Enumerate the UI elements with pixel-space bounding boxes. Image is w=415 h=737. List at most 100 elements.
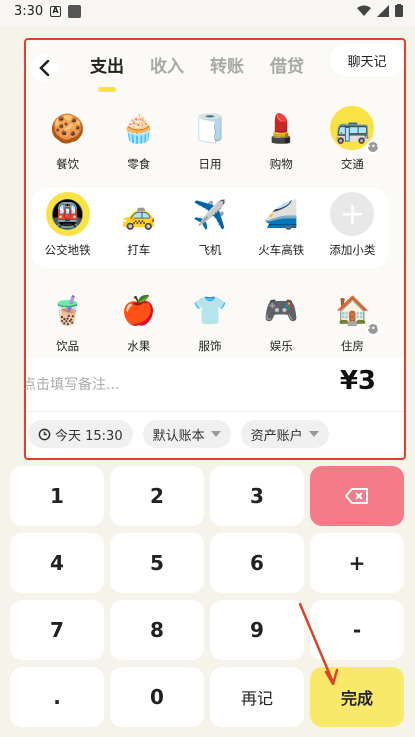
backspace-icon (345, 488, 368, 504)
apple-icon: 🍎 (121, 293, 157, 327)
metro-icon: 🚇 (45, 192, 90, 236)
category-label: 交通 (340, 157, 364, 171)
lipstick-icon: 💄 (263, 111, 299, 145)
key-4[interactable]: 4 (10, 533, 104, 593)
category-label: 打车 (127, 243, 151, 257)
status-bar: 3:30 A (0, 0, 415, 26)
house-icon: 🏠 ••• (330, 288, 380, 336)
key-8[interactable]: 8 (110, 600, 204, 660)
category-snacks[interactable]: 🧁 零食 (103, 102, 174, 180)
category-dining[interactable]: 🍪 餐饮 (32, 102, 103, 180)
backspace-button[interactable] (310, 466, 404, 526)
account-label: 资产账户 (250, 428, 303, 444)
category-shopping[interactable]: 💄 购物 (246, 102, 317, 180)
category-label: 添加小类 (329, 243, 376, 257)
house-glyph: 🏠 (334, 293, 370, 327)
airplane-icon: ✈️ (192, 197, 228, 231)
category-label: 餐饮 (56, 157, 80, 171)
tab-transfer[interactable]: 转账 (210, 44, 244, 84)
book-chip[interactable]: 默认账本 (142, 420, 231, 448)
more-dots-icon: ••• (366, 140, 380, 154)
category-label: 水果 (127, 339, 151, 353)
tab-income[interactable]: 收入 (150, 44, 184, 84)
key-5[interactable]: 5 (110, 533, 204, 593)
notification-a-icon: A (50, 6, 61, 17)
caret-down-icon (308, 431, 319, 437)
note-bar: 点击填写备注... ¥3 (24, 358, 406, 412)
record-again-button[interactable]: 再记 (210, 667, 304, 727)
category-label: 住房 (340, 339, 364, 353)
notification-square-icon (68, 5, 81, 18)
caret-down-icon (210, 431, 221, 437)
subcategory-row: 🚇 公交地铁 🚕 打车 ✈️ 飞机 🚄 火车高铁 + 添加小类 (32, 188, 388, 268)
category-entertainment[interactable]: 🎮 娱乐 (246, 284, 317, 356)
key-9[interactable]: 9 (210, 600, 304, 660)
bus-icon: 🚌 ••• (330, 106, 380, 154)
key-3[interactable]: 3 (210, 466, 304, 526)
category-drinks[interactable]: 🧋 饮品 (32, 284, 103, 356)
category-clothing[interactable]: 👕 服饰 (174, 284, 245, 356)
account-chip[interactable]: 资产账户 (240, 420, 329, 448)
shirt-icon: 👕 (192, 293, 228, 327)
tab-loan[interactable]: 借贷 (270, 44, 304, 84)
meta-chips: 今天 15:30 默认账本 资产账户 (24, 412, 406, 458)
category-label: 购物 (269, 157, 293, 171)
wifi-icon (357, 5, 371, 16)
status-right (357, 4, 403, 17)
book-label: 默认账本 (152, 428, 205, 444)
key-1[interactable]: 1 (10, 466, 104, 526)
taxi-icon: 🚕 (121, 197, 157, 231)
category-label: 服饰 (198, 339, 222, 353)
key-2[interactable]: 2 (110, 466, 204, 526)
key-0[interactable]: 0 (110, 667, 204, 727)
subcategory-taxi[interactable]: 🚕 打车 (103, 188, 174, 268)
bullet-train-icon: 🚄 (263, 197, 299, 231)
amount-display: ¥3 (339, 366, 376, 396)
key-6[interactable]: 6 (210, 533, 304, 593)
category-housing[interactable]: 🏠 ••• 住房 (317, 284, 388, 356)
key-7[interactable]: 7 (10, 600, 104, 660)
category-transport[interactable]: 🚌 ••• 交通 (317, 102, 388, 180)
category-label: 火车高铁 (258, 243, 305, 257)
category-daily[interactable]: 🧻 日用 (174, 102, 245, 180)
add-subcategory-button[interactable]: + 添加小类 (317, 188, 388, 268)
signal-icon (377, 4, 389, 17)
note-input[interactable]: 点击填写备注... (24, 374, 119, 394)
category-label: 零食 (127, 157, 151, 171)
keypad: 1 2 3 4 5 6 + 7 8 9 - . 0 再记 完成 (10, 466, 406, 730)
category-label: 娱乐 (269, 339, 293, 353)
date-label: 今天 15:30 (55, 428, 123, 444)
category-label: 公交地铁 (44, 243, 91, 257)
type-tabs: 支出 收入 转账 借贷 (90, 44, 304, 92)
subcategory-train[interactable]: 🚄 火车高铁 (246, 188, 317, 268)
bus-glyph: 🚌 (334, 111, 370, 145)
category-row-1: 🍪 餐饮 🧁 零食 🧻 日用 💄 购物 🚌 ••• 交通 (32, 102, 388, 180)
cupcake-icon: 🧁 (121, 111, 157, 145)
clock-icon (38, 428, 51, 440)
bubble-tea-icon: 🧋 (50, 293, 86, 327)
status-time: 3:30 (14, 4, 44, 19)
category-panel: 支出 收入 转账 借贷 聊天记 🍪 餐饮 🧁 零食 🧻 日用 💄 购物 🚌 ••… (24, 40, 406, 458)
category-label: 饮品 (56, 339, 80, 353)
category-label: 日用 (198, 157, 222, 171)
subcategory-metro[interactable]: 🚇 公交地铁 (32, 188, 103, 268)
back-button[interactable] (30, 54, 58, 82)
tab-expense[interactable]: 支出 (90, 44, 124, 92)
chat-record-button[interactable]: 聊天记 (330, 44, 404, 76)
chevron-left-icon (39, 60, 50, 76)
key-plus[interactable]: + (310, 533, 404, 593)
subcategory-plane[interactable]: ✈️ 飞机 (174, 188, 245, 268)
gamepad-icon: 🎮 (263, 293, 299, 327)
key-minus[interactable]: - (310, 600, 404, 660)
date-chip[interactable]: 今天 15:30 (28, 420, 133, 448)
category-fruit[interactable]: 🍎 水果 (103, 284, 174, 356)
plus-icon: + (330, 192, 375, 236)
done-button[interactable]: 完成 (310, 667, 404, 727)
more-dots-icon: ••• (366, 322, 380, 336)
cookie-icon: 🍪 (50, 111, 86, 145)
category-label: 飞机 (198, 243, 222, 257)
key-dot[interactable]: . (10, 667, 104, 727)
category-row-3: 🧋 饮品 🍎 水果 👕 服饰 🎮 娱乐 🏠 ••• 住房 (32, 284, 388, 356)
battery-icon (395, 4, 403, 17)
toilet-paper-icon: 🧻 (192, 111, 228, 145)
